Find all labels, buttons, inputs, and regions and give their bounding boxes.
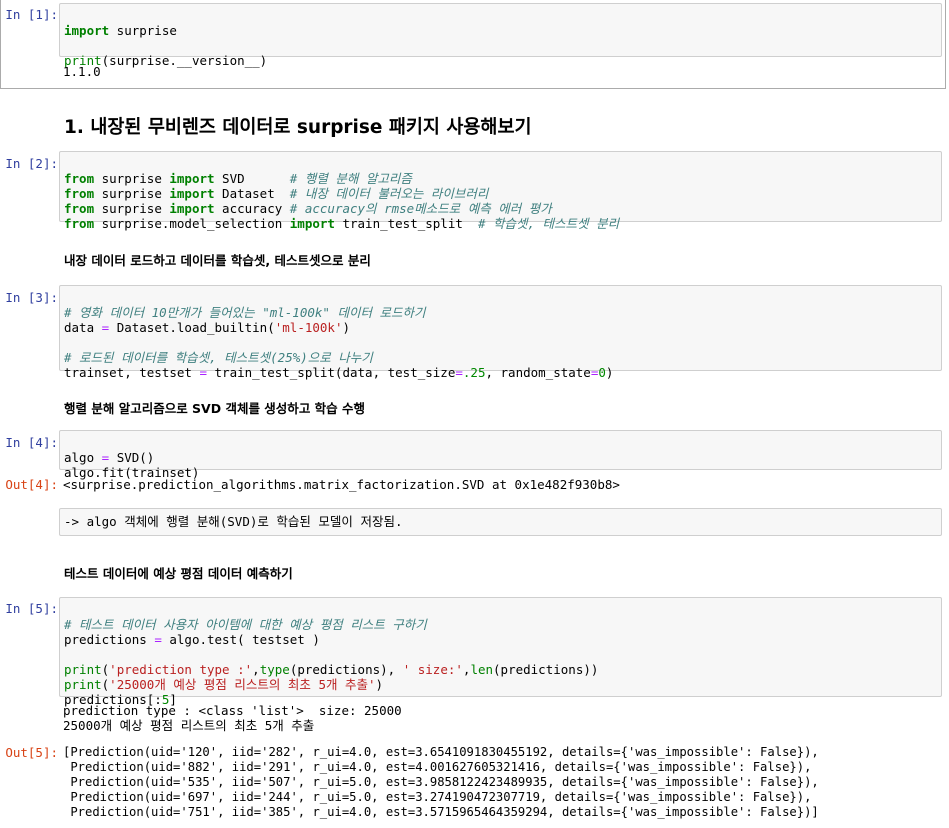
- string: 'prediction type :': [109, 662, 253, 677]
- code-text: ): [342, 320, 351, 335]
- comment: # 학습셋, 테스트셋 분리: [477, 216, 620, 231]
- keyword: import: [64, 23, 110, 38]
- code-text: Dataset: [214, 186, 290, 201]
- output-line: Prediction(uid='751', iid='385', r_ui=4.…: [63, 805, 819, 819]
- output-prompt: Out[5]:: [5, 745, 58, 760]
- code-text: surprise: [94, 186, 170, 201]
- operator: =: [455, 365, 463, 380]
- output-line: [Prediction(uid='120', iid='282', r_ui=4…: [63, 745, 819, 759]
- number: 0: [598, 365, 606, 380]
- code-text: surprise.model_selection: [94, 216, 290, 231]
- comment: # 영화 데이터 10만개가 들어있는 "ml-100k" 데이터 로드하기: [64, 305, 426, 320]
- output-line: Prediction(uid='535', iid='507', r_ui=5.…: [63, 775, 819, 789]
- operator: =: [154, 632, 162, 647]
- code-text: ,: [252, 662, 260, 677]
- code-cell-1[interactable]: In [1]: import surprise print(surprise.__…: [0, 0, 949, 90]
- output-line: Prediction(uid='882', iid='291', r_ui=4.…: [63, 760, 812, 774]
- code-text: train_test_split(data, test_size: [207, 365, 456, 380]
- code-text: predictions: [64, 632, 155, 647]
- builtin: len: [470, 662, 494, 677]
- keyword: import: [169, 171, 215, 186]
- code-input[interactable]: algo = SVD() algo.fit(trainset): [59, 430, 942, 480]
- code-text: SVD(): [109, 450, 155, 465]
- cell-output: [Prediction(uid='120', iid='282', r_ui=4…: [63, 745, 819, 820]
- stdout-line: prediction type : <class 'list'> size: 2…: [63, 703, 402, 718]
- operator: =: [199, 365, 207, 380]
- code-text: Dataset.load_builtin(: [109, 320, 275, 335]
- note-text: -> algo 객체에 행렬 분해(SVD)로 학습된 모델이 저장됨.: [64, 514, 403, 529]
- builtin: print: [64, 662, 102, 677]
- code-text: , random_state: [485, 365, 591, 380]
- markdown-text: 행렬 분해 알고리즘으로 SVD 객체를 생성하고 학습 수행: [64, 401, 366, 416]
- string: 'ml-100k': [274, 320, 343, 335]
- code-text: surprise: [94, 201, 170, 216]
- markdown-text: 내장 데이터 로드하고 데이터를 학습셋, 테스트셋으로 분리: [64, 253, 371, 268]
- builtin: print: [64, 677, 102, 692]
- string: '25000개 예상 평점 리스트의 최초 5개 추출': [109, 677, 376, 692]
- comment: # 행렬 분해 알고리즘: [289, 171, 412, 186]
- keyword: import: [169, 201, 215, 216]
- input-prompt: In [5]:: [5, 601, 58, 616]
- code-input[interactable]: import surprise print(surprise.__version_…: [59, 3, 942, 68]
- output-prompt: Out[4]:: [5, 477, 58, 492]
- keyword: from: [64, 171, 95, 186]
- comment: # 로드된 데이터를 학습셋, 테스트셋(25%)으로 나누기: [64, 350, 373, 365]
- code-text: accuracy: [214, 201, 290, 216]
- code-text: ): [605, 365, 614, 380]
- code-text: algo: [64, 450, 102, 465]
- code-input[interactable]: # 테스트 데이터 사용자 아이템에 대한 예상 평점 리스트 구하기 predi…: [59, 597, 942, 707]
- number: .25: [462, 365, 486, 380]
- stdout-line: 25000개 예상 평점 리스트의 최초 5개 추출: [63, 718, 315, 733]
- code-text: ): [375, 677, 384, 692]
- keyword: import: [169, 186, 215, 201]
- comment: # 내장 데이터 불러오는 라이브러리: [289, 186, 489, 201]
- input-prompt: In [2]:: [5, 156, 58, 171]
- code-text: SVD: [214, 171, 290, 186]
- code-text: train_test_split: [334, 216, 478, 231]
- keyword: from: [64, 201, 95, 216]
- keyword: from: [64, 186, 95, 201]
- code-text: algo.test( testset ): [161, 632, 320, 647]
- string: ' size:': [402, 662, 463, 677]
- cell-output: 1.1.0: [63, 64, 101, 79]
- code-input[interactable]: from surprise import SVD # 행렬 분해 알고리즘 fro…: [59, 151, 942, 231]
- cell-output: <surprise.prediction_algorithms.matrix_f…: [63, 477, 620, 492]
- code-input[interactable]: # 영화 데이터 10만개가 들어있는 "ml-100k" 데이터 로드하기 da…: [59, 285, 942, 380]
- keyword: from: [64, 216, 95, 231]
- comment: # accuracy의 rmse메소드로 예측 에러 평가: [289, 201, 552, 216]
- builtin: type: [259, 662, 290, 677]
- code-text: data: [64, 320, 102, 335]
- code-text: (predictions),: [289, 662, 403, 677]
- comment: # 테스트 데이터 사용자 아이템에 대한 예상 평점 리스트 구하기: [64, 617, 427, 632]
- markdown-note: -> algo 객체에 행렬 분해(SVD)로 학습된 모델이 저장됨.: [59, 508, 942, 536]
- code-text: surprise: [94, 171, 170, 186]
- markdown-heading: 1. 내장된 무비렌즈 데이터로 surprise 패키지 사용해보기: [64, 117, 532, 138]
- code-text: (predictions)): [493, 662, 599, 677]
- input-prompt: In [3]:: [5, 290, 58, 305]
- input-prompt: In [4]:: [5, 435, 58, 450]
- keyword: import: [289, 216, 335, 231]
- code-text: (surprise.__version__): [101, 53, 268, 68]
- code-text: trainset, testset: [64, 365, 200, 380]
- code-text: surprise: [109, 23, 177, 38]
- cell-stdout: prediction type : <class 'list'> size: 2…: [63, 703, 402, 733]
- input-prompt: In [1]:: [5, 7, 58, 22]
- output-line: Prediction(uid='697', iid='244', r_ui=5.…: [63, 790, 812, 804]
- markdown-text: 테스트 데이터에 예상 평점 데이터 예측하기: [64, 566, 293, 581]
